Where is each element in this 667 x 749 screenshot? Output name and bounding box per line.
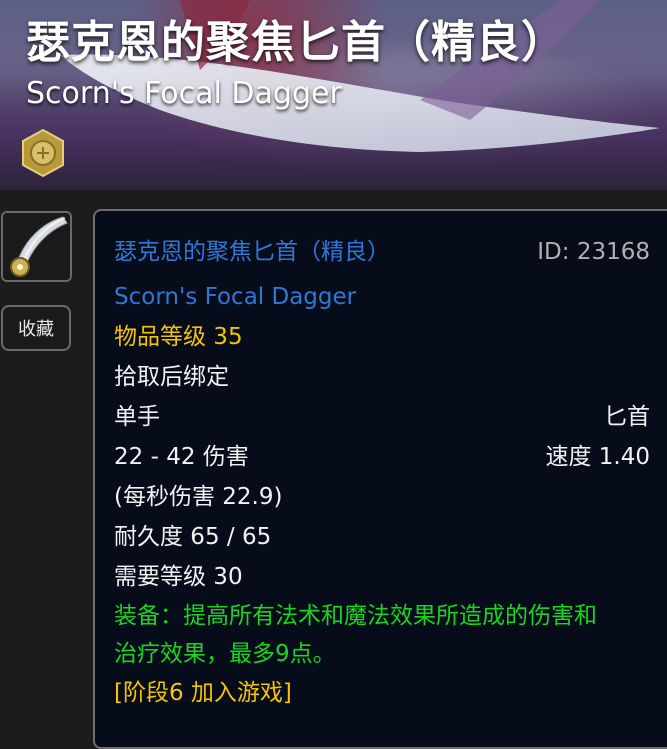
equip-effect-line-1: 装备：提高所有法术和魔法效果所造成的伤害和 xyxy=(114,603,597,629)
item-icon[interactable] xyxy=(1,211,72,282)
weapon-type: 匕首 xyxy=(604,404,650,430)
medal-icon xyxy=(22,128,64,178)
item-id: ID: 23168 xyxy=(537,239,650,265)
bind-type: 拾取后绑定 xyxy=(114,364,229,390)
required-level: 需要等级 30 xyxy=(114,564,243,590)
item-name-cn: 瑟克恩的聚焦匕首（精良） xyxy=(114,239,390,265)
damage-range: 22 - 42 伤害 xyxy=(114,444,249,470)
attack-speed: 速度 1.40 xyxy=(545,444,650,470)
page-title: 瑟克恩的聚焦匕首（精良） xyxy=(26,17,566,68)
equip-effect-line-2: 治疗效果，最多9点。 xyxy=(114,641,336,667)
item-level: 物品等级 35 xyxy=(114,324,243,350)
durability: 耐久度 65 / 65 xyxy=(114,524,272,550)
item-name-en: Scorn's Focal Dagger xyxy=(114,284,357,310)
equip-slot: 单手 xyxy=(114,404,160,430)
favorite-button[interactable]: 收藏 xyxy=(1,305,71,351)
page-subtitle: Scorn's Focal Dagger xyxy=(26,76,342,111)
phase-note: [阶段6 加入游戏] xyxy=(114,680,292,706)
dagger-icon xyxy=(3,213,70,280)
dps: (每秒伤害 22.9) xyxy=(114,484,283,510)
item-banner: 瑟克恩的聚焦匕首（精良） Scorn's Focal Dagger xyxy=(0,0,667,190)
